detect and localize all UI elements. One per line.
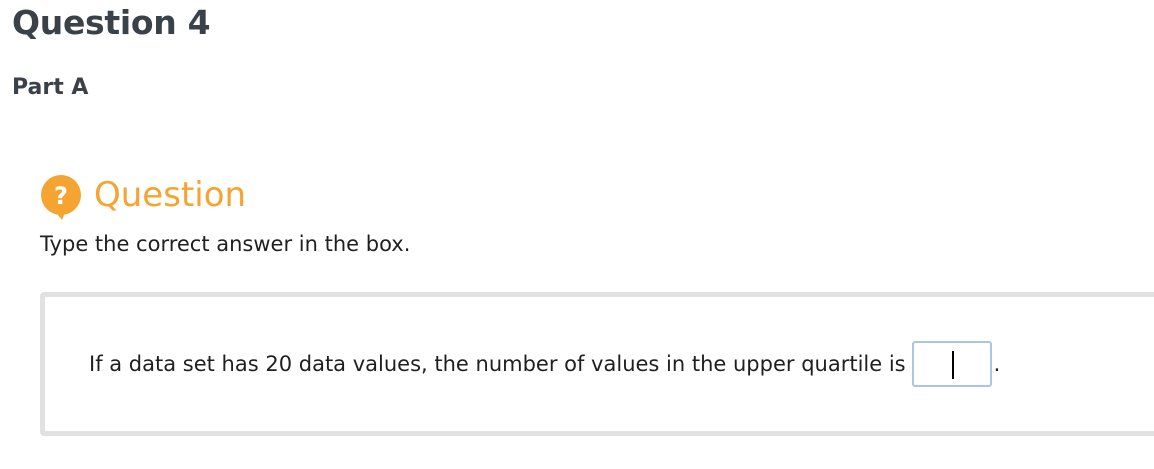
text-cursor: [951, 351, 954, 379]
part-title: Part A: [12, 75, 89, 100]
question-label: Question: [94, 175, 247, 215]
answer-input[interactable]: [911, 341, 992, 387]
page: Question 4 Part A ? Question Type the co…: [0, 0, 1154, 469]
prompt-period: .: [993, 352, 1001, 376]
answer-panel: If a data set has 20 data values, the nu…: [40, 292, 1154, 436]
question-number-title: Question 4: [12, 3, 211, 42]
svg-text:?: ?: [54, 182, 68, 210]
prompt-text: If a data set has 20 data values, the nu…: [89, 352, 906, 376]
question-header: ? Question: [40, 172, 247, 220]
question-mark-bubble-icon: ?: [40, 174, 82, 220]
question-prompt: If a data set has 20 data values, the nu…: [89, 341, 1000, 387]
instruction-text: Type the correct answer in the box.: [40, 232, 411, 256]
